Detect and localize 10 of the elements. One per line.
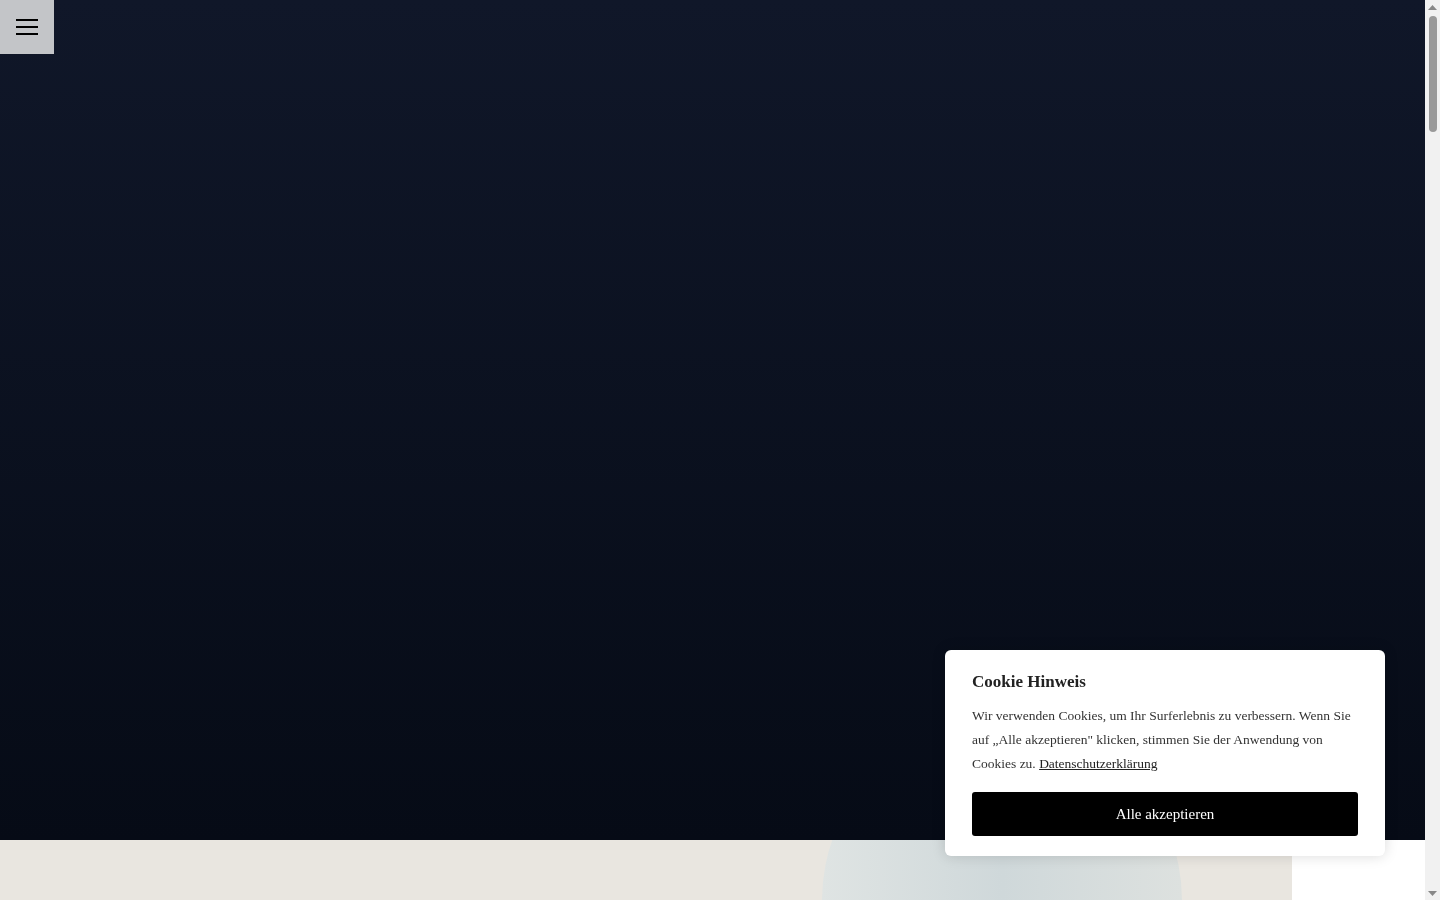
accept-button[interactable]: Alle akzeptieren bbox=[972, 792, 1358, 836]
dialog-text: Wir verwenden Cookies, um Ihr Surferlebnis zu verbessern. Wenn Sie auf „Alle akzeptieren" klicken, stimmen Sie der Anwendung von Cookies zu. Datenschutzerklärung bbox=[972, 707, 1352, 773]
menu-button[interactable] bbox=[0, 0, 54, 54]
dialog-title: Cookie Hinweis bbox=[972, 672, 1087, 692]
menu-icon bbox=[16, 18, 38, 36]
scroll-up-icon[interactable] bbox=[1428, 5, 1437, 10]
scrollbar[interactable] bbox=[1425, 0, 1440, 900]
scrollbar-thumb[interactable] bbox=[1428, 16, 1437, 132]
scroll-down-icon[interactable] bbox=[1428, 891, 1437, 896]
privacy-link[interactable]: Datenschutzerklärung bbox=[1039, 756, 1158, 771]
